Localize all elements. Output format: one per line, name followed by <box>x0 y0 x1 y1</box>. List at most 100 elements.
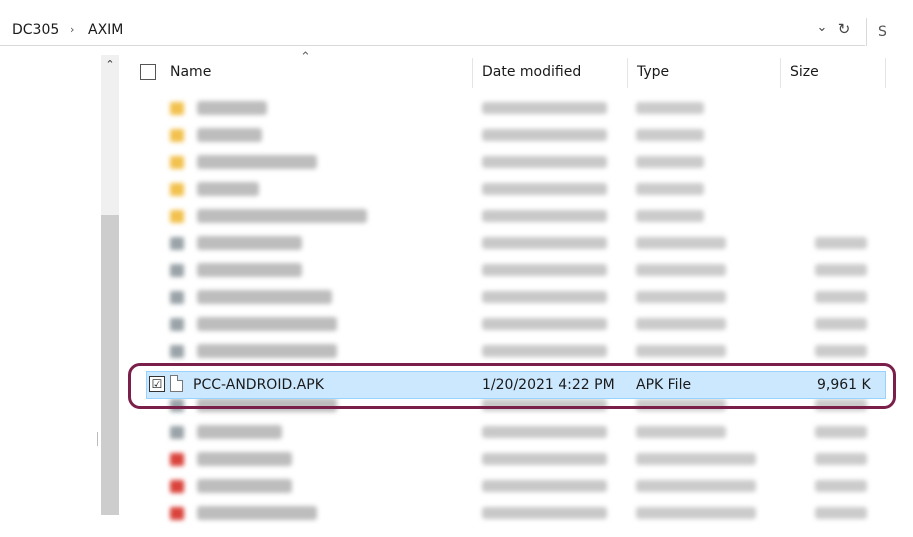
chrome-html-icon <box>170 507 184 520</box>
file-name-obscured <box>197 182 259 196</box>
file-size-obscured <box>815 453 867 465</box>
list-item[interactable] <box>120 500 890 527</box>
list-item[interactable] <box>120 311 890 338</box>
file-date-obscured <box>482 480 607 492</box>
file-date-obscured <box>482 210 607 222</box>
file-type-obscured <box>636 426 726 438</box>
file-date-obscured <box>482 426 607 438</box>
file-date-obscured <box>482 156 607 168</box>
list-item[interactable] <box>120 338 890 365</box>
list-item[interactable] <box>120 284 890 311</box>
list-item[interactable] <box>120 149 890 176</box>
pane-edge <box>97 432 98 446</box>
chrome-html-icon <box>170 453 184 466</box>
file-name-obscured <box>197 236 302 250</box>
cab-file-icon <box>170 237 184 250</box>
file-name-obscured <box>197 317 337 331</box>
file-type-obscured <box>636 318 726 330</box>
file-date-obscured <box>482 264 607 276</box>
list-item[interactable] <box>120 446 890 473</box>
list-item[interactable] <box>120 257 890 284</box>
column-divider[interactable] <box>885 58 886 88</box>
breadcrumb-axim[interactable]: AXIM <box>88 22 123 38</box>
file-size-obscured <box>815 291 867 303</box>
file-name-obscured <box>197 479 292 493</box>
file-date-obscured <box>482 291 607 303</box>
list-item[interactable] <box>120 122 890 149</box>
refresh-icon[interactable]: ↻ <box>835 20 853 42</box>
file-size-obscured <box>815 480 867 492</box>
cab-file-icon <box>170 426 184 439</box>
file-size-obscured <box>815 507 867 519</box>
address-underline <box>0 45 865 46</box>
file-list <box>120 95 890 520</box>
file-name-obscured <box>197 344 337 358</box>
file-date-obscured <box>482 453 607 465</box>
file-type-obscured <box>636 507 756 519</box>
file-date-obscured <box>482 183 607 195</box>
folder-icon <box>170 102 184 115</box>
scroll-up-icon[interactable]: ⌃ <box>101 58 119 78</box>
cab-file-icon <box>170 264 184 277</box>
file-name-obscured <box>197 425 282 439</box>
file-type-obscured <box>636 453 756 465</box>
scrollbar-thumb[interactable] <box>101 215 119 515</box>
list-item[interactable] <box>120 176 890 203</box>
address-bar[interactable]: DC305 › AXIM <box>0 12 913 46</box>
column-date-modified[interactable]: Date modified <box>473 55 628 90</box>
file-type-obscured <box>636 345 726 357</box>
file-type-obscured <box>636 237 726 249</box>
folder-icon <box>170 156 184 169</box>
highlight-ring <box>128 363 896 409</box>
address-divider <box>866 18 867 46</box>
file-name-obscured <box>197 263 302 277</box>
breadcrumb-separator: › <box>70 23 75 36</box>
file-date-obscured <box>482 507 607 519</box>
column-name-label: Name <box>170 64 212 80</box>
column-type-label: Type <box>637 64 670 80</box>
file-name-obscured <box>197 290 332 304</box>
file-date-obscured <box>482 129 607 141</box>
list-item[interactable] <box>120 419 890 446</box>
column-header: Name Date modified Type Size <box>120 55 890 90</box>
cab-file-icon <box>170 345 184 358</box>
file-name-obscured <box>197 128 262 142</box>
chevron-down-icon[interactable]: ⌄ <box>814 20 830 42</box>
cab-file-icon <box>170 318 184 331</box>
list-item[interactable] <box>120 473 890 500</box>
file-name-obscured <box>197 101 267 115</box>
select-all-checkbox[interactable] <box>140 64 156 80</box>
breadcrumb-dc305[interactable]: DC305 <box>12 22 59 38</box>
file-size-obscured <box>815 264 867 276</box>
file-type-obscured <box>636 156 704 168</box>
list-item[interactable] <box>120 230 890 257</box>
file-name-obscured <box>197 155 317 169</box>
column-size[interactable]: Size <box>781 55 885 90</box>
list-item[interactable] <box>120 95 890 122</box>
list-item[interactable] <box>120 203 890 230</box>
file-size-obscured <box>815 318 867 330</box>
file-type-obscured <box>636 183 704 195</box>
file-size-obscured <box>815 426 867 438</box>
file-name-obscured <box>197 209 367 223</box>
cab-file-icon <box>170 291 184 304</box>
file-type-obscured <box>636 291 726 303</box>
file-type-obscured <box>636 264 726 276</box>
column-type[interactable]: Type <box>628 55 780 90</box>
folder-icon <box>170 210 184 223</box>
file-size-obscured <box>815 237 867 249</box>
file-type-obscured <box>636 129 704 141</box>
file-size-obscured <box>815 345 867 357</box>
file-date-obscured <box>482 102 607 114</box>
file-name-obscured <box>197 506 317 520</box>
column-name[interactable]: Name <box>120 55 472 90</box>
file-date-obscured <box>482 237 607 249</box>
chrome-html-icon <box>170 480 184 493</box>
search-box[interactable]: S <box>878 24 887 40</box>
file-type-obscured <box>636 102 704 114</box>
sort-ascending-icon: ⌃ <box>300 50 311 65</box>
folder-icon <box>170 183 184 196</box>
file-date-obscured <box>482 345 607 357</box>
file-type-obscured <box>636 480 756 492</box>
column-date-label: Date modified <box>482 64 582 80</box>
